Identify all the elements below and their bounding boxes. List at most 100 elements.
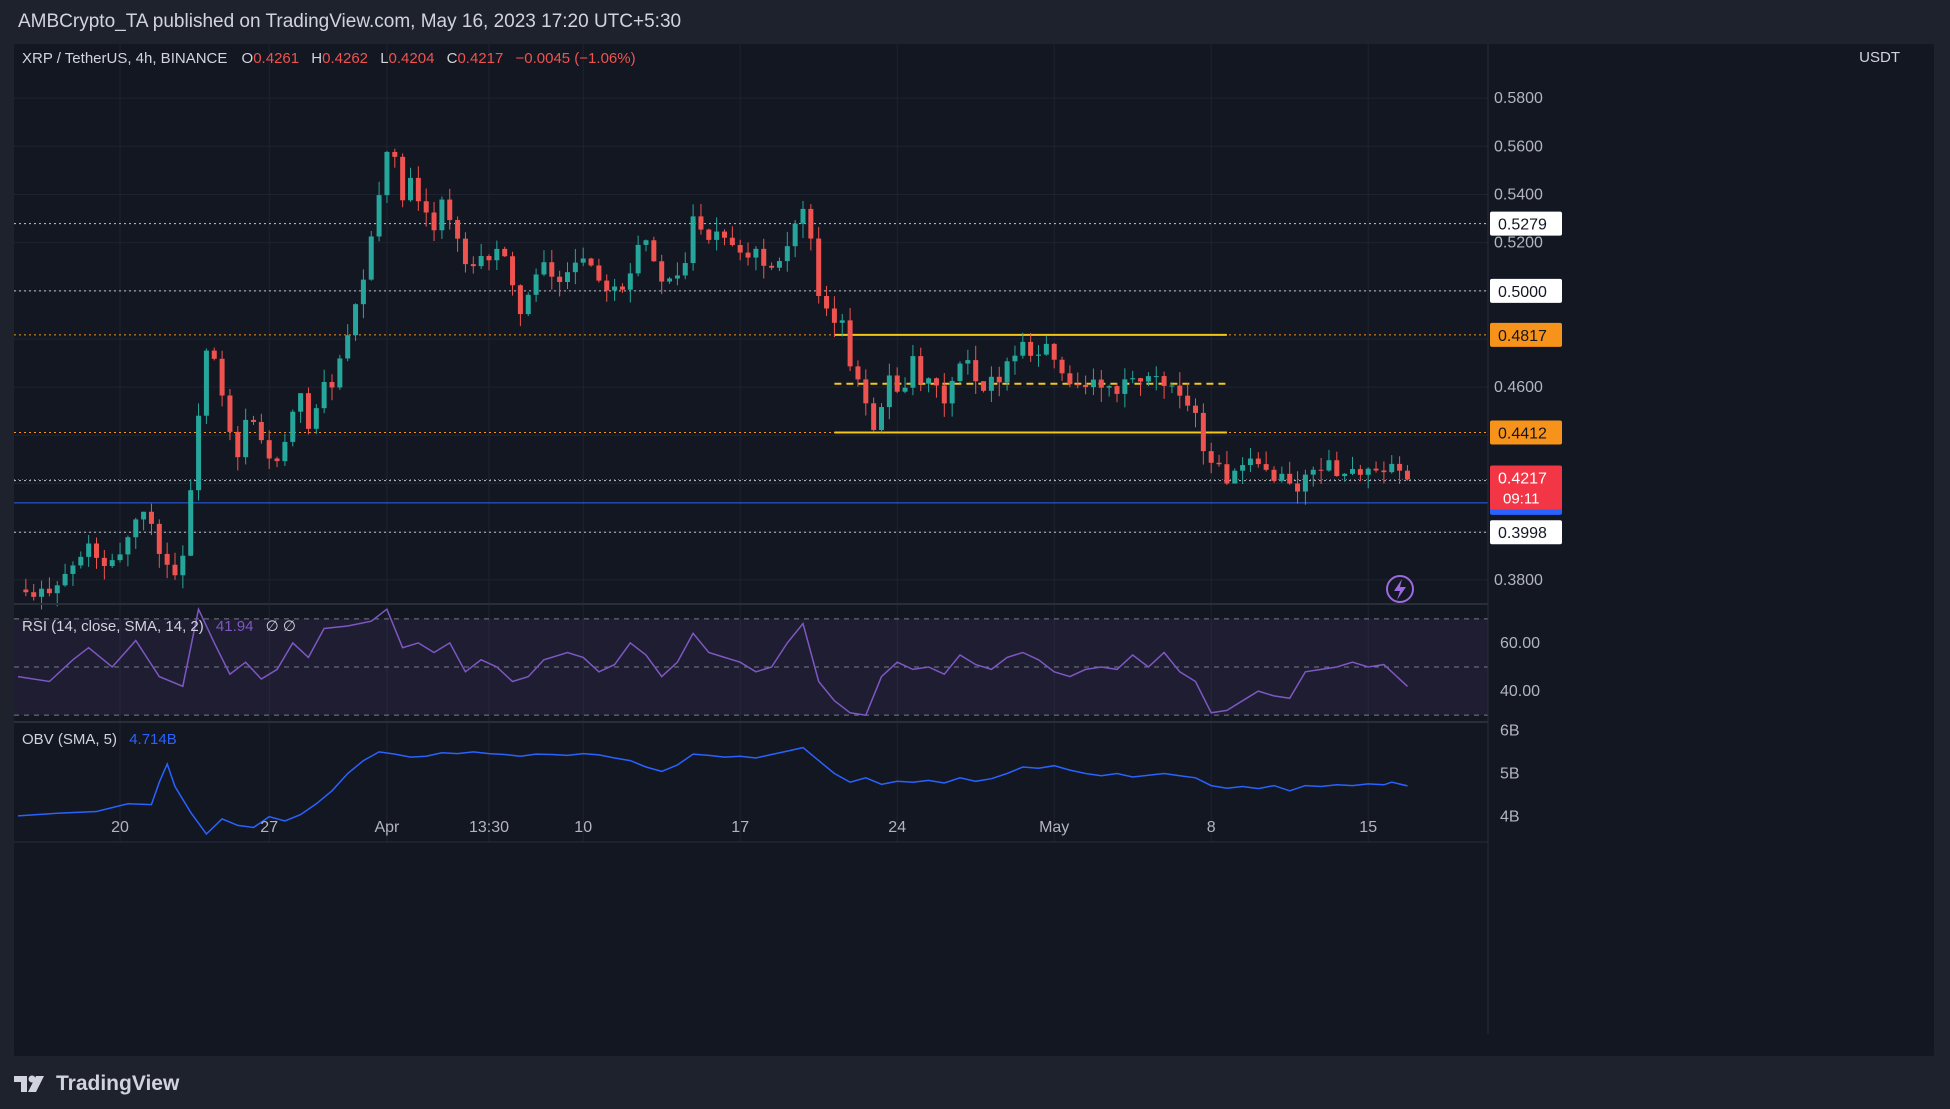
candle-body — [243, 419, 249, 458]
candle-body — [305, 393, 311, 429]
candle-body — [604, 280, 610, 291]
candle-body — [1365, 468, 1371, 475]
candle-body — [674, 275, 680, 279]
candle-body — [78, 556, 84, 566]
candle-body — [847, 320, 853, 367]
candle-body — [839, 320, 845, 323]
candle-body — [101, 557, 107, 566]
candle-body — [1224, 464, 1230, 484]
time-tick: 8 — [1207, 819, 1216, 836]
candle-body — [219, 358, 225, 396]
time-tick: 10 — [574, 819, 592, 836]
candle-body — [368, 236, 374, 280]
candle-body — [133, 519, 139, 538]
candle-body — [1373, 468, 1379, 471]
candle-body — [274, 458, 280, 462]
candle-body — [1389, 463, 1395, 473]
candle-body — [1020, 341, 1026, 356]
candle-body — [698, 216, 704, 230]
candle-body — [1279, 473, 1285, 481]
candle-body — [800, 208, 806, 224]
candle-body — [431, 212, 437, 231]
candlesticks — [23, 148, 1410, 610]
candle-body — [541, 262, 547, 275]
candle-body — [203, 350, 209, 416]
candle-body — [996, 376, 1002, 383]
time-axis[interactable]: 20 27 Apr 13:30 10 17 24 May 8 15 — [14, 819, 1488, 843]
candle-body — [1404, 470, 1410, 480]
candle-body — [1012, 355, 1018, 362]
candle-body — [510, 256, 516, 286]
candle-body — [94, 543, 99, 558]
price-tick: 0.5800 — [1494, 90, 1543, 107]
candle-body — [965, 360, 971, 364]
candle-body — [345, 335, 351, 359]
candle-body — [211, 350, 217, 359]
candle-body — [855, 366, 861, 380]
candle-body — [196, 415, 202, 491]
candle-body — [1357, 469, 1363, 475]
candle-body — [1263, 464, 1269, 470]
time-tick: 15 — [1359, 819, 1377, 836]
candle-body — [478, 256, 484, 267]
candle-body — [886, 375, 892, 408]
candle-body — [863, 379, 869, 404]
tradingview-logo[interactable]: TradingView — [14, 1072, 179, 1096]
currency-label: USDT — [1859, 49, 1900, 66]
candle-body — [1059, 359, 1065, 374]
candle-body — [533, 274, 539, 295]
candle-body — [235, 431, 241, 458]
high-label: H — [311, 50, 322, 67]
candle-body — [282, 441, 288, 462]
time-tick: 27 — [260, 819, 278, 836]
time-tick: 17 — [731, 819, 749, 836]
candle-body — [1232, 470, 1238, 484]
candle-body — [894, 375, 900, 392]
low-value: 0.4204 — [389, 50, 435, 67]
rsi-legend: RSI (14, close, SMA, 14, 2) 41.94 ∅ ∅ — [22, 618, 296, 635]
level-label: 0.5000 — [1498, 284, 1547, 301]
candle-body — [1090, 379, 1096, 388]
candle-body — [745, 252, 751, 258]
obv-tick: 5B — [1500, 766, 1520, 783]
time-tick: 13:30 — [469, 819, 509, 836]
candle-body — [753, 248, 759, 258]
obv-legend-value: 4.714B — [129, 731, 177, 748]
price-axis[interactable]: 0.5800 0.5600 0.5400 0.5200 0.4600 0.3800 0.52… — [1490, 90, 1562, 589]
candle-body — [313, 408, 319, 429]
candle-body — [462, 238, 468, 265]
candle-body — [1342, 473, 1348, 477]
tradingview-brand: TradingView — [56, 1072, 180, 1095]
candle-body — [1208, 451, 1214, 463]
chart-svg[interactable]: 0.5800 0.5600 0.5400 0.5200 0.4600 0.3800 0.52… — [14, 44, 1934, 1056]
price-tick: 0.3800 — [1494, 572, 1543, 589]
price-tick: 0.5400 — [1494, 186, 1543, 203]
candle-body — [769, 265, 775, 268]
candle-body — [643, 240, 649, 245]
candle-body — [1161, 376, 1167, 386]
candle-body — [635, 244, 641, 274]
candle-body — [1247, 458, 1253, 466]
candle-body — [792, 223, 798, 247]
price-tick: 0.5200 — [1494, 235, 1543, 252]
candle-body — [910, 356, 916, 388]
candle-body — [125, 537, 131, 555]
candle-body — [1200, 412, 1206, 452]
candle-body — [1318, 469, 1324, 471]
obv-line — [17, 746, 1408, 836]
candle-body — [1028, 341, 1034, 356]
candle-body — [1122, 379, 1128, 394]
candle-body — [1114, 386, 1120, 394]
price-tick: 0.5600 — [1494, 138, 1543, 155]
candle-body — [70, 565, 76, 574]
candle-body — [423, 201, 429, 213]
candle-body — [1271, 469, 1277, 481]
chart-area[interactable]: 0.5800 0.5600 0.5400 0.5200 0.4600 0.3800 0.52… — [14, 44, 1934, 1056]
candle-body — [486, 256, 492, 261]
candle-body — [251, 419, 256, 422]
candle-body — [1185, 395, 1191, 406]
candle-body — [627, 273, 633, 290]
candle-body — [1177, 385, 1183, 396]
candle-body — [596, 265, 602, 281]
candle-body — [714, 231, 720, 240]
